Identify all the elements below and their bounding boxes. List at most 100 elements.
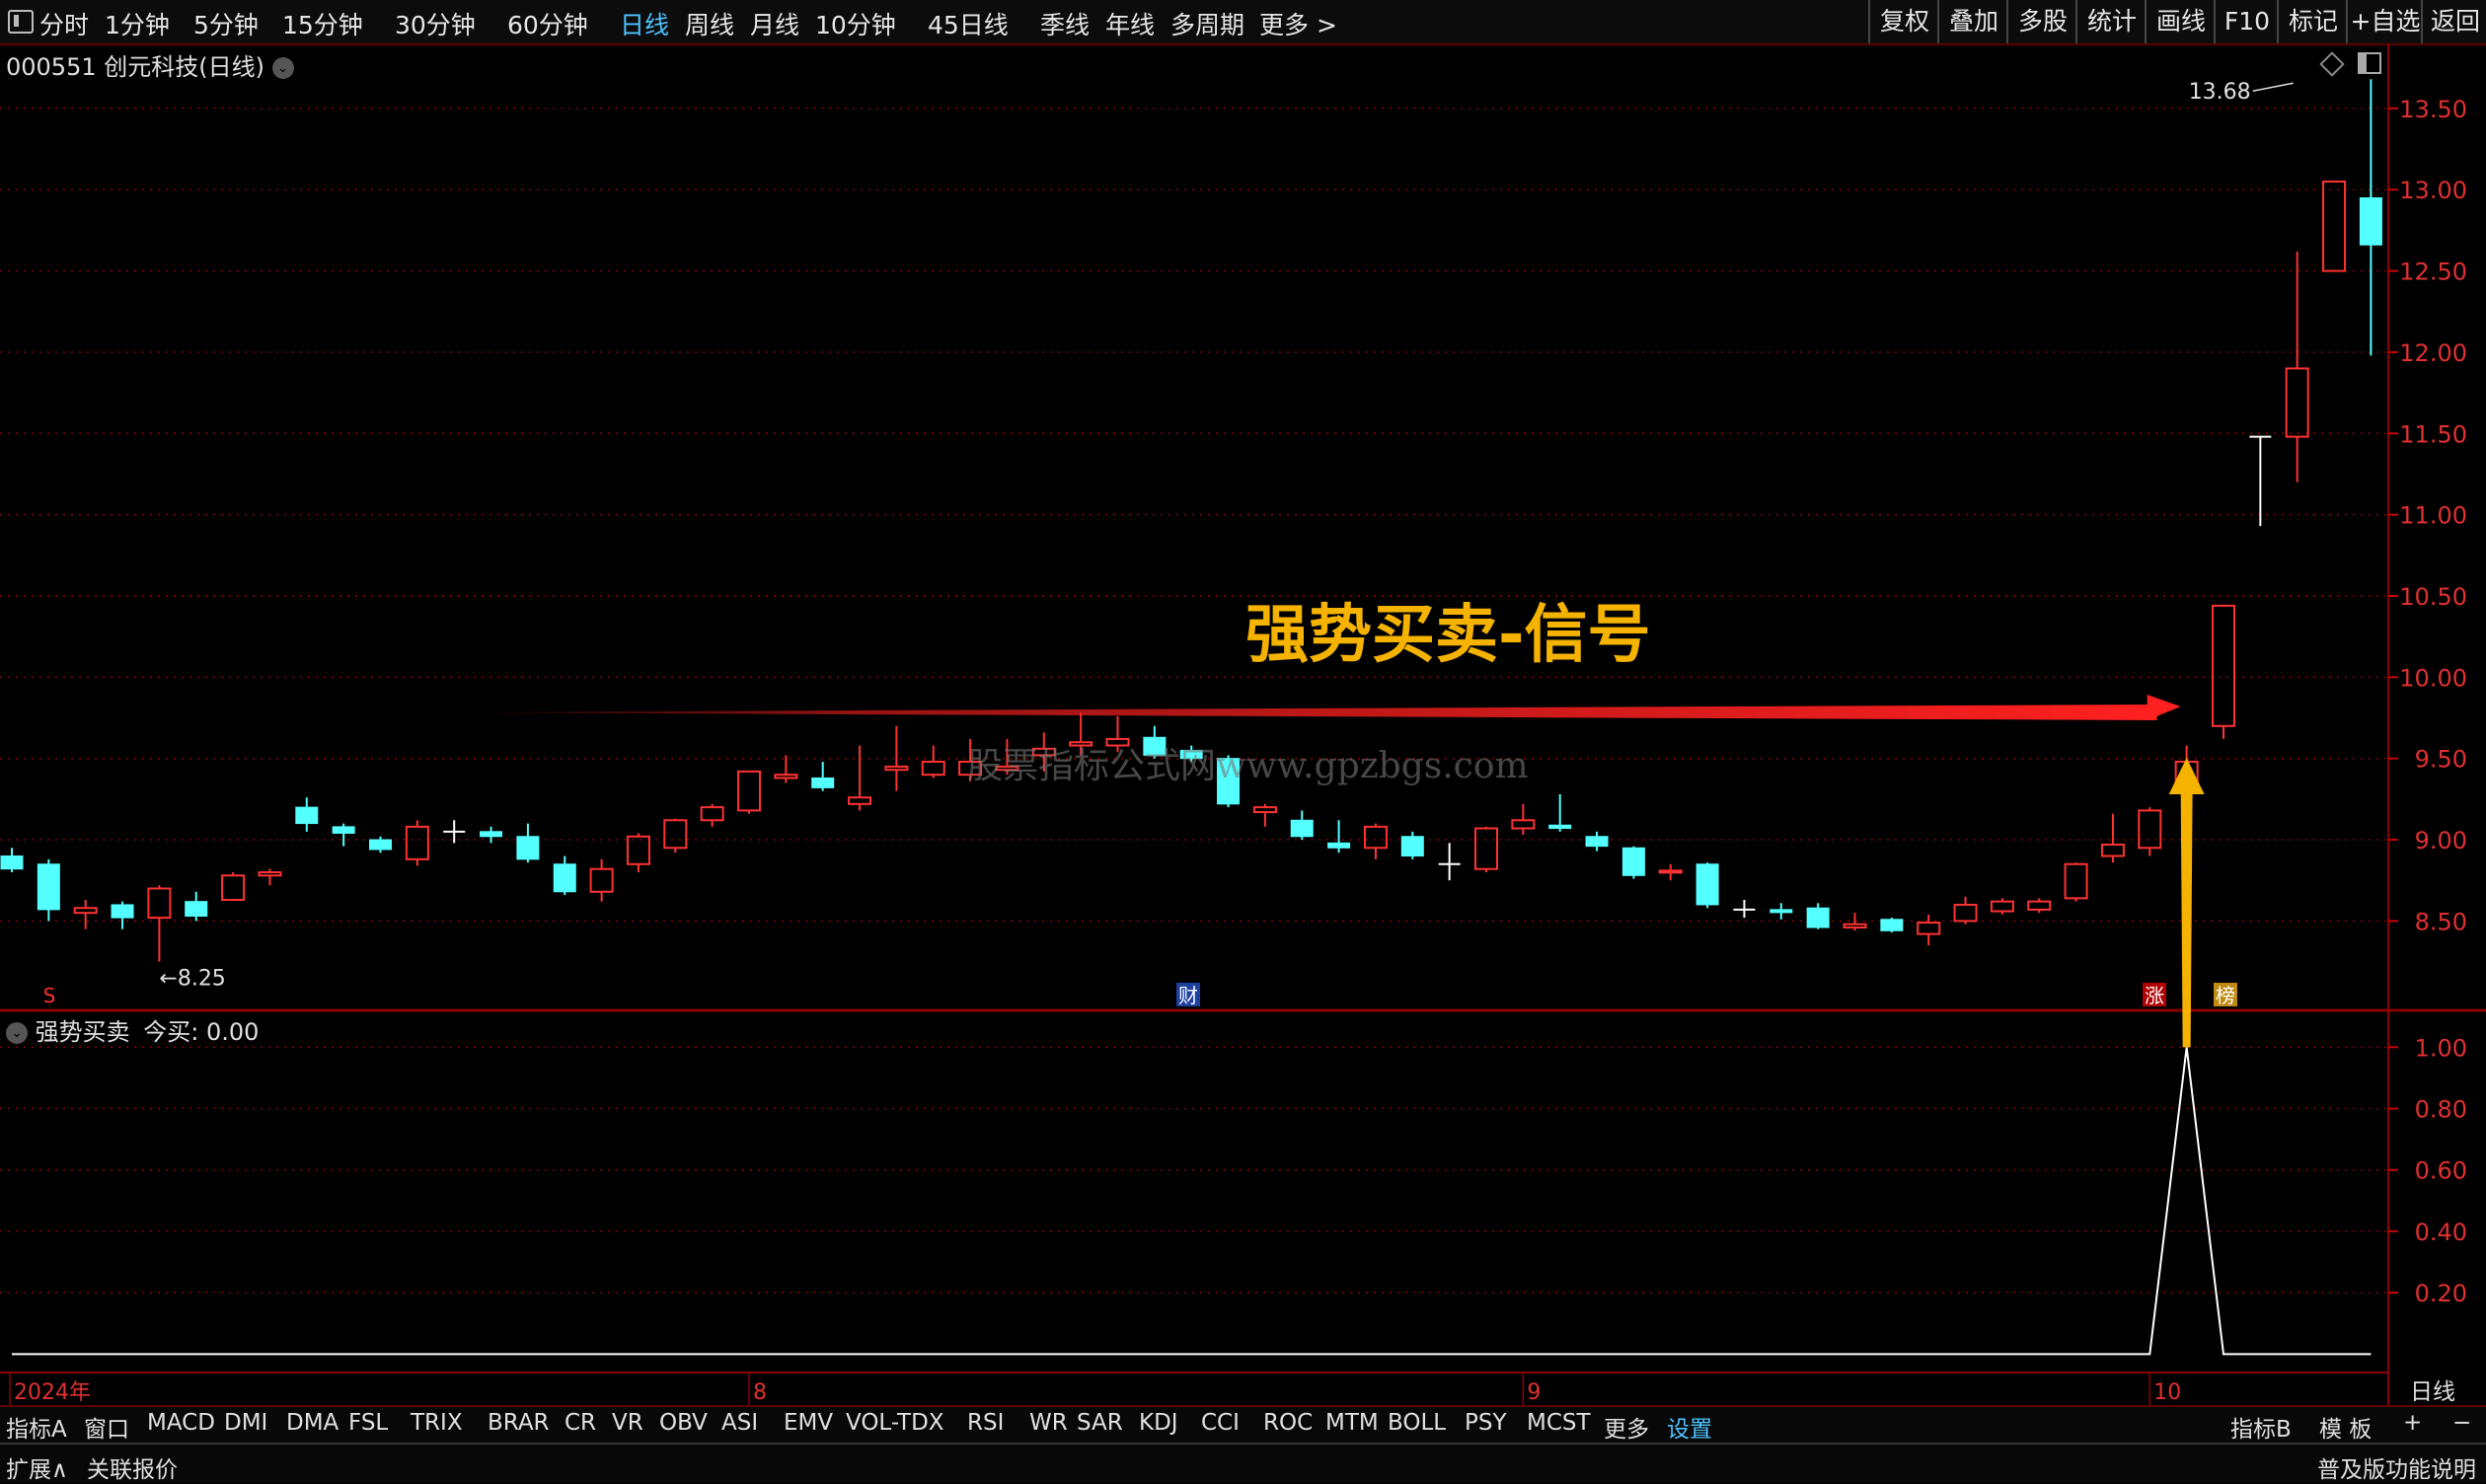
period-label: 日线 <box>2410 1379 2455 1405</box>
candle-body <box>516 836 540 860</box>
indicator-tab[interactable]: VOL-TDX <box>846 1410 944 1436</box>
indicator-tab[interactable]: DMA <box>286 1410 339 1436</box>
indicator-tick-label: 1.00 <box>2415 1034 2467 1062</box>
finance-marker: 财 <box>1176 983 1200 1007</box>
candle <box>258 868 282 886</box>
indicator-tick-label: 0.20 <box>2415 1280 2467 1307</box>
indicator-tab[interactable]: BOLL <box>1388 1410 1446 1436</box>
indicator-tab[interactable]: FSL <box>348 1410 388 1436</box>
price-tick-label: 12.00 <box>2399 339 2467 367</box>
indicator-panel <box>12 1047 2372 1356</box>
candle <box>1770 903 1793 920</box>
indicator-tab[interactable]: CR <box>565 1410 596 1436</box>
candle <box>0 848 24 872</box>
date-tick-label: 8 <box>753 1380 767 1405</box>
indicator-tab[interactable]: DMI <box>224 1410 267 1436</box>
candle-body <box>405 825 429 860</box>
indicator-tab[interactable]: ROC <box>1263 1410 1313 1436</box>
candle <box>369 836 392 853</box>
candle-body <box>2359 196 2382 246</box>
candle-body <box>2212 604 2235 727</box>
indicator-tab[interactable]: OBV <box>659 1410 708 1436</box>
indicator-tab[interactable]: PSY <box>1465 1410 1507 1436</box>
candle-body <box>147 887 172 920</box>
candle <box>443 820 466 844</box>
candle-body <box>0 855 24 870</box>
yellow-arrow-shaft <box>2180 789 2193 1048</box>
indicator-tab[interactable]: VR <box>612 1410 643 1436</box>
bottom-right-button[interactable]: 指标B <box>2230 1410 2292 1444</box>
panel-toggle-icon[interactable] <box>2358 52 2381 74</box>
candle-body <box>626 835 650 865</box>
candle-body <box>1806 907 1830 928</box>
red-arrow-shaft <box>424 705 2157 720</box>
candle-body <box>2285 367 2309 438</box>
candle-body <box>1585 836 1609 848</box>
candle-body <box>589 867 614 893</box>
candle-body <box>2322 181 2347 272</box>
candle <box>589 858 614 902</box>
candle-body <box>1105 737 1130 747</box>
candle-body <box>2064 862 2088 900</box>
candles: ←8.25 13.68 <box>0 79 2382 992</box>
candle <box>332 823 355 847</box>
candle-body <box>1548 824 1572 830</box>
indicator-tab[interactable]: 设置 <box>1667 1410 1712 1444</box>
candle <box>663 818 688 853</box>
indicator-tab[interactable]: EMV <box>784 1410 833 1436</box>
candle-body <box>737 770 761 812</box>
candle <box>480 826 503 844</box>
candle <box>1511 803 1536 836</box>
candle <box>700 803 724 827</box>
candle-body <box>1400 836 1424 857</box>
candle <box>185 891 208 922</box>
candle <box>1658 863 1683 881</box>
indicator-tab[interactable]: KDJ <box>1139 1410 1178 1436</box>
candle-body <box>553 863 576 893</box>
expand-button[interactable]: 扩展∧ <box>6 1450 68 1484</box>
candle-body <box>663 819 688 850</box>
bottom-right-button[interactable]: 模 板 <box>2319 1410 2372 1444</box>
indicator-tab[interactable]: 窗口 <box>84 1410 129 1444</box>
candle <box>2138 807 2162 856</box>
price-tick-label: 10.00 <box>2399 664 2467 692</box>
indicator-tick-label: 0.80 <box>2415 1096 2467 1124</box>
high-label-pointer <box>2252 82 2294 92</box>
help-link[interactable]: 普及版功能说明 <box>2317 1450 2476 1484</box>
red-arrow-head <box>2147 695 2181 720</box>
candle-body <box>221 874 246 902</box>
indicator-tab[interactable]: ASI <box>721 1410 758 1436</box>
candle <box>1548 793 1572 832</box>
price-tick-label: 13.50 <box>2399 96 2467 123</box>
candle <box>1474 826 1498 872</box>
candle-body <box>1621 847 1645 876</box>
candle-body <box>1252 806 1277 814</box>
candle-body <box>2100 844 2125 857</box>
candle <box>1917 914 1941 946</box>
indicator-tab[interactable]: 更多 <box>1604 1410 1649 1444</box>
indicator-tab[interactable]: MACD <box>147 1410 215 1436</box>
indicator-tab[interactable]: TRIX <box>411 1410 463 1436</box>
indicator-tab[interactable]: CCI <box>1201 1410 1240 1436</box>
indicator-tab[interactable]: SAR <box>1077 1410 1123 1436</box>
candle <box>37 858 60 922</box>
indicator-tab[interactable]: BRAR <box>488 1410 550 1436</box>
candle <box>1621 846 1645 879</box>
price-tick-label: 11.50 <box>2399 420 2467 448</box>
candle-body <box>185 901 208 917</box>
indicator-tab[interactable]: MTM <box>1325 1410 1379 1436</box>
candle <box>2064 862 2088 902</box>
bottom-right-button[interactable]: − <box>2452 1410 2471 1436</box>
related-quote-button[interactable]: 关联报价 <box>87 1450 178 1484</box>
indicator-tab[interactable]: WR <box>1029 1410 1068 1436</box>
price-tick-label: 13.00 <box>2399 177 2467 204</box>
indicator-tab[interactable]: 指标A <box>6 1410 67 1444</box>
candle-body <box>884 765 909 772</box>
indicator-tab[interactable]: MCST <box>1527 1410 1591 1436</box>
kline-chart[interactable]: 8.50 9.00 9.50 10.00 10.50 11.00 11.50 12.00 12.… <box>0 0 2486 1481</box>
indicator-tab[interactable]: RSI <box>967 1410 1004 1436</box>
candle <box>111 901 134 929</box>
candle <box>848 745 872 811</box>
candle-body <box>73 907 98 915</box>
bottom-right-button[interactable]: + <box>2403 1410 2422 1436</box>
